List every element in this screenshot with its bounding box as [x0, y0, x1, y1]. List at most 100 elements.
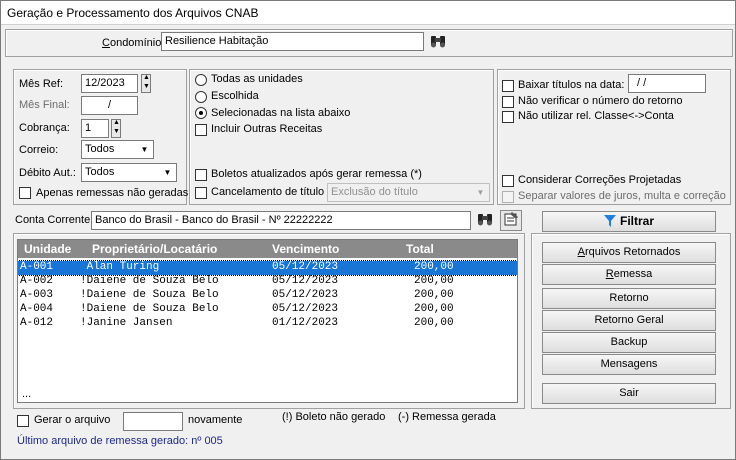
header-vencimento[interactable]: Vencimento — [272, 242, 339, 256]
novamente-label: novamente — [188, 414, 243, 426]
cell-total: 200,00 — [414, 289, 454, 301]
cnab-window: Geração e Processamento dos Arquivos CNA… — [0, 0, 736, 460]
nao-verificar-label: Não verificar o número do retorno — [518, 95, 683, 107]
header-total[interactable]: Total — [406, 242, 434, 256]
boletos-checkbox[interactable] — [195, 169, 207, 181]
sair-label: Sair — [619, 387, 639, 399]
window-title: Geração e Processamento dos Arquivos CNA… — [7, 6, 259, 20]
table-row[interactable]: A-012 !Janine Jansen 01/12/2023 200,00 — [18, 317, 517, 331]
header-proprietario[interactable]: Proprietário/Locatário — [92, 242, 217, 256]
retorno-label: Retorno — [609, 292, 649, 304]
debito-label: Débito Aut.: — [19, 167, 76, 179]
considerar-label: Considerar Correções Projetadas — [518, 174, 682, 186]
mes-ref-label: Mês Ref: — [19, 78, 64, 90]
ultimo-arquivo-info: Último arquivo de remessa gerado: nº 005 — [17, 435, 223, 447]
cobranca-spinner[interactable] — [111, 119, 121, 138]
gerar-label: Gerar o arquivo — [34, 414, 111, 426]
edit-icon — [504, 212, 518, 226]
binoculars-icon — [431, 36, 445, 48]
chevron-down-icon: ▼ — [476, 188, 485, 197]
cell-vencimento: 05/12/2023 — [272, 303, 339, 315]
gerar-checkbox[interactable] — [17, 415, 29, 427]
todas-radio[interactable] — [195, 74, 207, 86]
condominio-label-text: ondomínio: — [109, 37, 165, 49]
remessa-button[interactable]: Remessa — [542, 264, 716, 285]
cell-vencimento: 05/12/2023 — [272, 289, 339, 301]
baixar-checkbox[interactable] — [502, 80, 514, 92]
cancelamento-value: Exclusão do título — [331, 186, 418, 198]
correio-label: Correio: — [19, 144, 59, 156]
retorno-geral-button[interactable]: Retorno Geral — [542, 310, 716, 331]
cell-proprietario: !Daiene de Souza Belo — [80, 289, 219, 301]
escolhida-radio[interactable] — [195, 91, 207, 103]
list-header: Unidade Proprietário/Locatário Venciment… — [18, 240, 517, 258]
conta-label: Conta Corrente: — [15, 214, 94, 226]
filtrar-button[interactable]: Filtrar — [542, 211, 716, 232]
mes-ref-field[interactable]: 12/2023 — [81, 74, 138, 93]
backup-label: Backup — [610, 336, 648, 348]
cancelamento-label: Cancelamento de título — [211, 186, 325, 198]
baixar-label: Baixar títulos na data: — [518, 79, 625, 91]
incluir-checkbox[interactable] — [195, 124, 207, 136]
baixar-date-field[interactable]: / / — [628, 74, 706, 93]
separar-label: Separar valores de juros, multa e correç… — [518, 190, 726, 202]
condominio-search-button[interactable] — [427, 32, 449, 53]
boletos-label: Boletos atualizados após gerar remessa (… — [211, 168, 422, 180]
considerar-checkbox[interactable] — [502, 175, 514, 187]
cell-unidade: A-001 — [20, 261, 54, 273]
debito-select[interactable]: Todos ▼ — [81, 163, 177, 182]
cell-total: 200,00 — [414, 261, 454, 273]
nao-verificar-checkbox[interactable] — [502, 96, 514, 108]
list-ellipsis: ... — [22, 388, 32, 400]
retorno-button[interactable]: Retorno — [542, 288, 716, 309]
gerar-times-field[interactable] — [123, 412, 183, 431]
condominio-field[interactable]: Resilience Habitação — [161, 32, 424, 51]
nao-utilizar-label: Não utilizar rel. Classe<->Conta — [518, 110, 674, 122]
todas-label: Todas as unidades — [211, 73, 303, 85]
cobranca-field[interactable]: 1 — [81, 119, 109, 138]
table-row[interactable]: A-003 !Daiene de Souza Belo 05/12/2023 2… — [18, 289, 517, 303]
nao-utilizar-checkbox[interactable] — [502, 111, 514, 123]
cell-vencimento: 01/12/2023 — [272, 317, 339, 329]
selecionadas-radio[interactable] — [195, 107, 207, 119]
header-unidade[interactable]: Unidade — [24, 242, 71, 256]
conta-edit-button[interactable] — [500, 210, 522, 231]
table-row[interactable]: A-001 Alan Turing 05/12/2023 200,00 — [18, 260, 517, 276]
cell-proprietario: Alan Turing — [80, 261, 160, 273]
sair-button[interactable]: Sair — [542, 383, 716, 404]
cancelamento-select[interactable]: Exclusão do título ▼ — [327, 183, 490, 202]
cell-vencimento: 05/12/2023 — [272, 275, 339, 287]
cell-total: 200,00 — [414, 317, 454, 329]
cell-vencimento: 05/12/2023 — [272, 261, 339, 273]
cell-proprietario: !Daiene de Souza Belo — [80, 303, 219, 315]
conta-search-button[interactable] — [474, 210, 496, 231]
mes-final-label: Mês Final: — [19, 99, 70, 111]
apenas-remessas-checkbox[interactable] — [19, 187, 31, 199]
cell-unidade: A-002 — [20, 275, 54, 287]
conta-field[interactable]: Banco do Brasil - Banco do Brasil - Nº 2… — [91, 211, 471, 230]
apenas-remessas-label: Apenas remessas não geradas — [36, 187, 189, 199]
mes-ref-spinner[interactable] — [141, 74, 151, 93]
units-list[interactable]: Unidade Proprietário/Locatário Venciment… — [17, 239, 518, 403]
cell-total: 200,00 — [414, 303, 454, 315]
backup-button[interactable]: Backup — [542, 332, 716, 353]
selecionadas-label: Selecionadas na lista abaixo — [211, 107, 351, 119]
separar-checkbox[interactable] — [502, 191, 514, 203]
correio-select[interactable]: Todos ▼ — [81, 140, 154, 159]
cell-proprietario: !Daiene de Souza Belo — [80, 275, 219, 287]
legend-boleto: (!) Boleto não gerado — [282, 411, 386, 423]
mes-final-field[interactable]: / — [81, 96, 138, 115]
cell-proprietario: !Janine Jansen — [80, 317, 173, 329]
arquivos-retornados-label: rquivos Retornados — [584, 246, 681, 258]
table-row[interactable]: A-004 !Daiene de Souza Belo 05/12/2023 2… — [18, 303, 517, 317]
arquivos-retornados-button[interactable]: Arquivos Retornados — [542, 242, 716, 263]
cell-unidade: A-012 — [20, 317, 54, 329]
mensagens-button[interactable]: Mensagens — [542, 354, 716, 375]
cell-unidade: A-004 — [20, 303, 54, 315]
cancelamento-checkbox[interactable] — [195, 187, 207, 199]
chevron-down-icon: ▼ — [163, 168, 172, 177]
table-row[interactable]: A-002 !Daiene de Souza Belo 05/12/2023 2… — [18, 275, 517, 289]
correio-value: Todos — [85, 143, 115, 155]
cobranca-label: Cobrança: — [19, 122, 70, 134]
title-bar: Geração e Processamento dos Arquivos CNA… — [1, 1, 735, 25]
